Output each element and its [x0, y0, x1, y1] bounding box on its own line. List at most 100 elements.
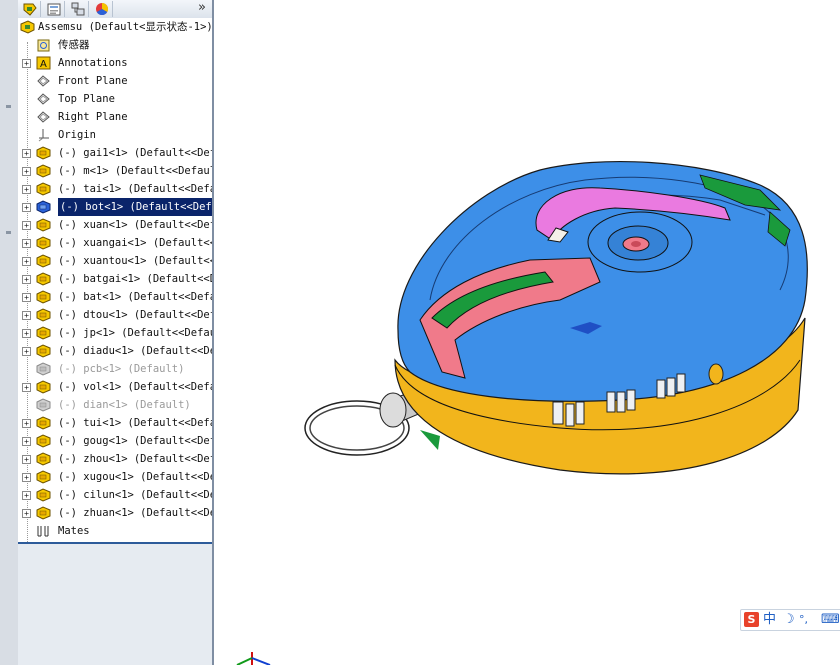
- feature-manager-panel: » Assemsu (Default<显示状态-1>) 传感器 + A Annotat…: [18, 0, 238, 665]
- property-manager-icon[interactable]: [44, 1, 65, 17]
- part-icon: [36, 344, 51, 358]
- tree-item[interactable]: + (-) batgai<1> (Default<<Default>: [18, 270, 212, 288]
- part-icon: [36, 290, 51, 304]
- tree-item[interactable]: + (-) zhou<1> (Default<<Default>: [18, 450, 212, 468]
- tree-item-label: Origin: [58, 129, 96, 141]
- expand-icon[interactable]: +: [22, 221, 31, 230]
- tree-item[interactable]: + (-) bot<1> (Default<<Default>: [18, 198, 212, 216]
- expand-icon[interactable]: +: [22, 167, 31, 176]
- tree-item[interactable]: + A Annotations: [18, 54, 212, 72]
- ime-mode[interactable]: 中: [763, 611, 776, 629]
- tree-item[interactable]: + (-) vol<1> (Default<<Default>: [18, 378, 212, 396]
- tree-item-label: (-) xuantou<1> (Default<<Default>: [58, 255, 212, 267]
- tree-item[interactable]: + (-) diadu<1> (Default<<Default>: [18, 342, 212, 360]
- part-icon-suppressed: [36, 362, 51, 376]
- tree-item-label: (-) bot<1> (Default<<Default>: [56, 198, 212, 216]
- ime-punct-icon[interactable]: °,: [799, 611, 808, 629]
- ring-connector: [379, 392, 407, 428]
- strip-marker: [6, 105, 11, 108]
- strip-marker: [6, 231, 11, 234]
- expand-icon[interactable]: +: [22, 473, 31, 482]
- tree-item[interactable]: + (-) goug<1> (Default<<Default>: [18, 432, 212, 450]
- more-tabs-button[interactable]: »: [198, 0, 206, 15]
- tree-item[interactable]: + (-) xugou<1> (Default<<Default>: [18, 468, 212, 486]
- assembly-model-view: [236, 160, 808, 666]
- tree-item[interactable]: + (-) gai1<1> (Default<<Default>: [18, 144, 212, 162]
- expand-icon[interactable]: +: [22, 491, 31, 500]
- tree-item[interactable]: + (-) xuan<1> (Default<<Default>: [18, 216, 212, 234]
- tree-item[interactable]: (-) pcb<1> (Default): [18, 360, 212, 378]
- tree-item[interactable]: + (-) tui<1> (Default<<Default>: [18, 414, 212, 432]
- tree-item-label: (-) zhou<1> (Default<<Default>: [58, 453, 212, 465]
- feature-manager-icon[interactable]: [20, 1, 41, 17]
- ime-moon-icon[interactable]: ☽: [783, 611, 795, 629]
- annotation-icon: A: [36, 56, 51, 70]
- tree-item-label: (-) bat<1> (Default<<Default>: [58, 291, 212, 303]
- part-icon: [36, 452, 51, 466]
- tree-item-label: (-) gai1<1> (Default<<Default>: [58, 147, 212, 159]
- expand-icon[interactable]: +: [22, 257, 31, 266]
- expand-icon[interactable]: +: [22, 239, 31, 248]
- tree-item-label: (-) pcb<1> (Default): [58, 363, 185, 375]
- tree-item-label: (-) xugou<1> (Default<<Default>: [58, 471, 212, 483]
- tree-item[interactable]: + (-) xuangai<1> (Default<<Default>: [18, 234, 212, 252]
- tree-item-label: (-) dian<1> (Default): [58, 399, 191, 411]
- expand-icon[interactable]: +: [22, 509, 31, 518]
- tree-item[interactable]: Top Plane: [18, 90, 212, 108]
- expand-icon[interactable]: +: [22, 185, 31, 194]
- assembly-icon: [20, 20, 35, 34]
- tree-item[interactable]: + (-) bat<1> (Default<<Default>: [18, 288, 212, 306]
- expand-icon[interactable]: +: [22, 59, 31, 68]
- tree-item[interactable]: + (-) m<1> (Default<<Default>: [18, 162, 212, 180]
- tree-item-label: (-) vol<1> (Default<<Default>: [58, 381, 212, 393]
- tree-root-assembly[interactable]: Assemsu (Default<显示状态-1>): [18, 18, 212, 36]
- tree-item[interactable]: + (-) zhuan<1> (Default<<Default>: [18, 504, 212, 522]
- expand-icon[interactable]: +: [22, 329, 31, 338]
- tree-item[interactable]: 传感器: [18, 36, 212, 54]
- feature-tree: Assemsu (Default<显示状态-1>) 传感器 + A Annotatio…: [18, 18, 212, 544]
- expand-icon[interactable]: +: [22, 275, 31, 284]
- tree-item[interactable]: + (-) xuantou<1> (Default<<Default>: [18, 252, 212, 270]
- tree-item-label: (-) xuangai<1> (Default<<Default>: [58, 237, 212, 249]
- tree-item-label: (-) zhuan<1> (Default<<Default>: [58, 507, 212, 519]
- ime-keyboard-icon[interactable]: ⌨: [821, 611, 840, 629]
- graphics-viewport[interactable]: [214, 0, 840, 666]
- expand-icon[interactable]: +: [22, 347, 31, 356]
- display-manager-icon[interactable]: [92, 1, 113, 17]
- tree-item-label: Right Plane: [58, 111, 128, 123]
- expand-icon[interactable]: +: [22, 419, 31, 428]
- expand-icon[interactable]: +: [22, 455, 31, 464]
- tree-item[interactable]: Front Plane: [18, 72, 212, 90]
- expand-icon[interactable]: +: [22, 203, 31, 212]
- tree-item[interactable]: Origin: [18, 126, 212, 144]
- expand-icon[interactable]: +: [22, 311, 31, 320]
- origin-icon: [38, 129, 49, 142]
- mates-icon: [37, 526, 49, 537]
- tree-item[interactable]: + (-) cilun<1> (Default<<Default>: [18, 486, 212, 504]
- tree-item[interactable]: + (-) tai<1> (Default<<Default>: [18, 180, 212, 198]
- ime-status-bar[interactable]: S 中 ☽ °, ⌨: [740, 609, 840, 631]
- configuration-manager-icon[interactable]: [68, 1, 89, 17]
- tree-item-label: Mates: [58, 525, 90, 537]
- plane-icon: [37, 111, 50, 123]
- tree-item[interactable]: + (-) dtou<1> (Default<<Default>: [18, 306, 212, 324]
- part-icon-selected: [36, 200, 51, 214]
- tree-item[interactable]: Right Plane: [18, 108, 212, 126]
- tree-item[interactable]: + (-) jp<1> (Default<<Default>: [18, 324, 212, 342]
- expand-icon[interactable]: +: [22, 383, 31, 392]
- expand-icon[interactable]: +: [22, 149, 31, 158]
- tree-item-label: (-) xuan<1> (Default<<Default>: [58, 219, 212, 231]
- part-icon: [36, 272, 51, 286]
- tree-item-label: Top Plane: [58, 93, 115, 105]
- expand-icon[interactable]: +: [22, 437, 31, 446]
- left-toolbar-strip: [0, 0, 19, 665]
- part-icon: [36, 164, 51, 178]
- part-icon: [36, 326, 51, 340]
- tree-item[interactable]: Mates: [18, 522, 212, 540]
- part-icon: [36, 236, 51, 250]
- part-icon: [36, 308, 51, 322]
- tree-item[interactable]: (-) dian<1> (Default): [18, 396, 212, 414]
- tree-root-label: Assemsu (Default<显示状态-1>): [38, 21, 212, 33]
- ime-logo: S: [744, 612, 759, 627]
- expand-icon[interactable]: +: [22, 293, 31, 302]
